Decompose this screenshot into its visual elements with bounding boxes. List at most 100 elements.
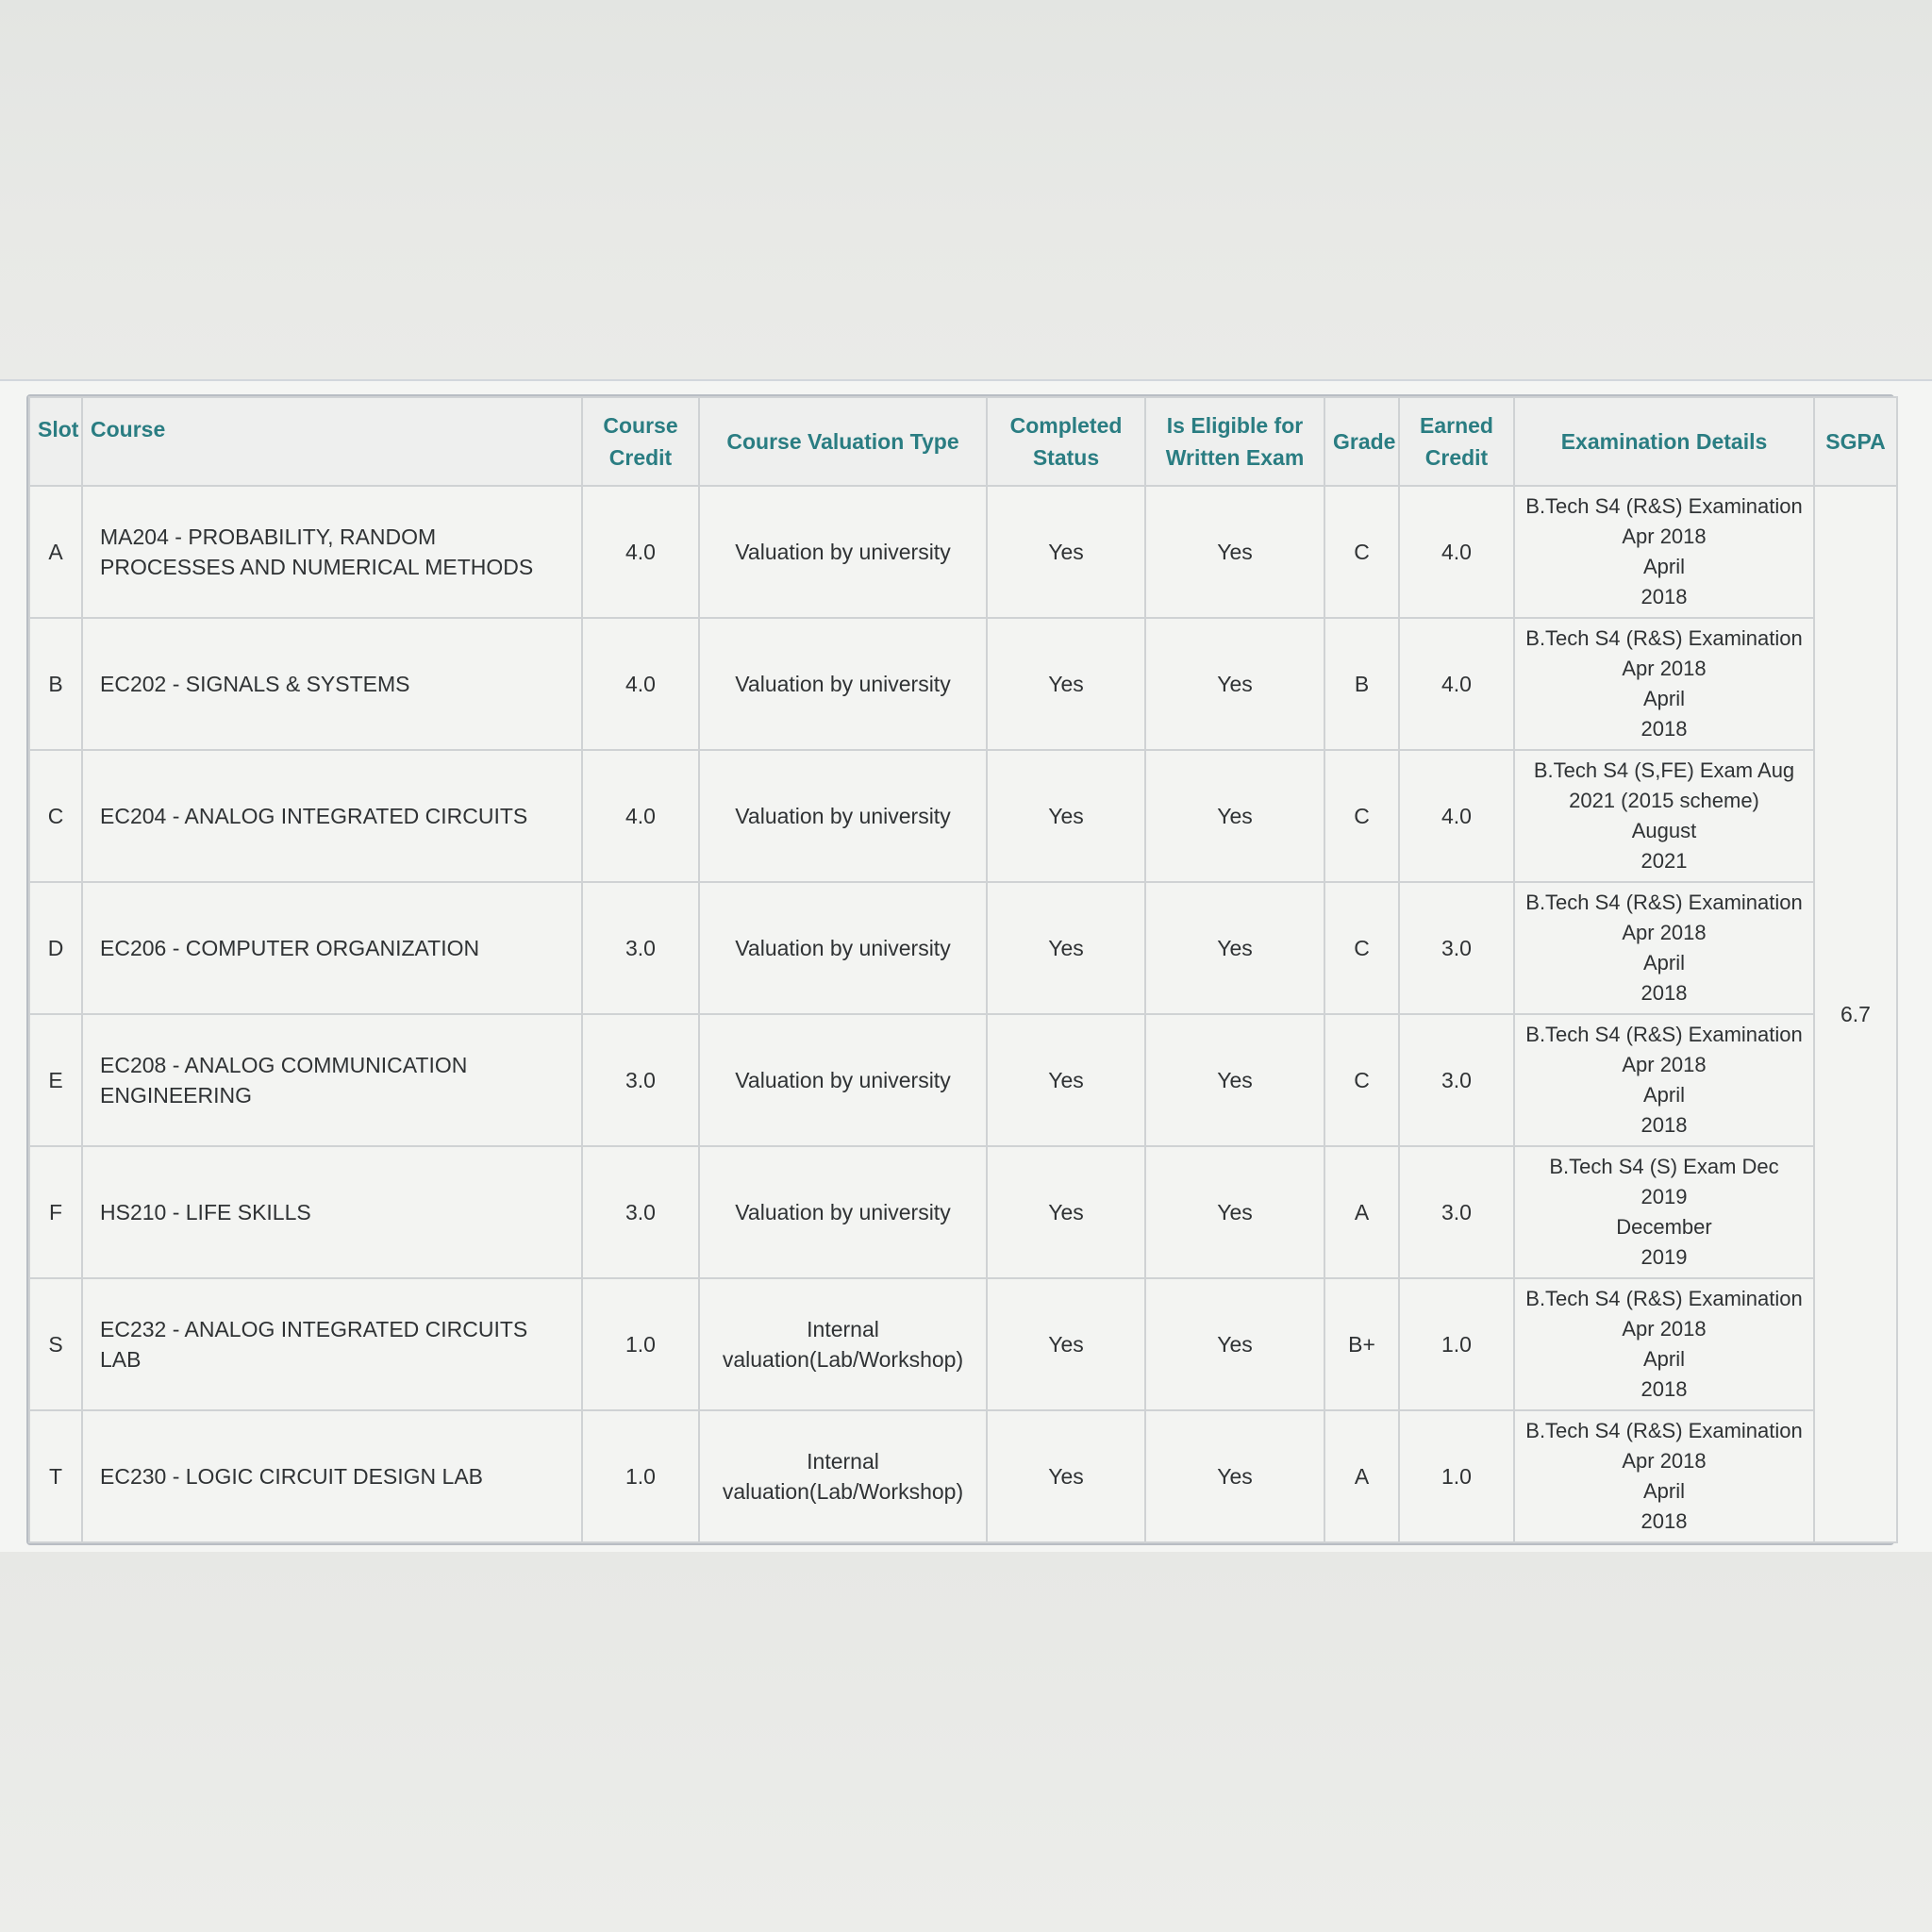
cell-course: EC206 - COMPUTER ORGANIZATION	[81, 881, 583, 1015]
cell-course-credit: 4.0	[581, 749, 700, 883]
cell-eligible: Yes	[1144, 1277, 1325, 1411]
exam-detail-line: 2018	[1641, 717, 1688, 741]
cell-eligible: Yes	[1144, 881, 1325, 1015]
exam-detail-line: Apr 2018	[1622, 1317, 1707, 1341]
cell-slot: B	[28, 617, 83, 751]
exam-detail-line: 2019	[1641, 1185, 1688, 1208]
cell-eligible: Yes	[1144, 1145, 1325, 1279]
cell-course-credit: 4.0	[581, 485, 700, 619]
cell-slot: A	[28, 485, 83, 619]
exam-detail-line: B.Tech S4 (S,FE) Exam Aug	[1533, 758, 1795, 782]
exam-detail-line: 2018	[1641, 1377, 1688, 1401]
table-row: T EC230 - LOGIC CIRCUIT DESIGN LAB 1.0 Inte…	[28, 1409, 1897, 1543]
cell-course: EC204 - ANALOG INTEGRATED CIRCUITS	[81, 749, 583, 883]
header-grade: Grade	[1324, 396, 1400, 487]
cell-course: EC208 - ANALOG COMMUNICATION ENGINEERING	[81, 1013, 583, 1147]
cell-eligible: Yes	[1144, 749, 1325, 883]
exam-detail-line: Apr 2018	[1622, 1053, 1707, 1076]
cell-slot: E	[28, 1013, 83, 1147]
exam-detail-line: B.Tech S4 (R&S) Examination	[1525, 1287, 1803, 1310]
header-course: Course	[81, 396, 583, 487]
cell-course-credit: 3.0	[581, 1013, 700, 1147]
table-header-row: Slot Course Course Credit Course Valuati…	[28, 396, 1898, 487]
header-sgpa: SGPA	[1813, 396, 1898, 487]
cell-slot: S	[28, 1277, 83, 1411]
cell-course: EC232 - ANALOG INTEGRATED CIRCUITS LAB	[81, 1277, 583, 1411]
background-top	[0, 0, 1932, 379]
cell-course-credit: 1.0	[581, 1409, 700, 1543]
cell-valuation-type: Valuation by university	[698, 1013, 988, 1147]
exam-detail-line: 2018	[1641, 981, 1688, 1005]
exam-detail-line: Apr 2018	[1622, 921, 1707, 944]
cell-grade: C	[1324, 749, 1400, 883]
cell-earned-credit: 4.0	[1398, 617, 1515, 751]
cell-completed-status: Yes	[986, 1145, 1146, 1279]
header-earned-credit: Earned Credit	[1398, 396, 1515, 487]
table-row: A MA204 - PROBABILITY, RANDOM PROCESSES A…	[28, 485, 1898, 1543]
cell-earned-credit: 3.0	[1398, 881, 1515, 1015]
table-row: B EC202 - SIGNALS & SYSTEMS 4.0 Valuation b…	[28, 617, 1897, 751]
cell-slot: T	[28, 1409, 83, 1543]
cell-grade: C	[1324, 485, 1400, 619]
cell-grade: B	[1324, 617, 1400, 751]
table-row: E EC208 - ANALOG COMMUNICATION ENGINEERIN…	[28, 1013, 1897, 1147]
cell-completed-status: Yes	[986, 1277, 1146, 1411]
cell-exam-details: B.Tech S4 (R&S) Examination Apr 2018 April…	[1513, 1409, 1815, 1543]
cell-completed-status: Yes	[986, 749, 1146, 883]
cell-completed-status: Yes	[986, 1409, 1146, 1543]
exam-detail-line: B.Tech S4 (S) Exam Dec	[1549, 1155, 1779, 1178]
cell-course: EC230 - LOGIC CIRCUIT DESIGN LAB	[81, 1409, 583, 1543]
cell-earned-credit: 1.0	[1398, 1277, 1515, 1411]
header-exam-details: Examination Details	[1513, 396, 1815, 487]
cell-course: EC202 - SIGNALS & SYSTEMS	[81, 617, 583, 751]
exam-detail-line: B.Tech S4 (R&S) Examination	[1525, 626, 1803, 650]
cell-exam-details: B.Tech S4 (R&S) Examination Apr 2018 April…	[1513, 617, 1815, 751]
header-course-credit: Course Credit	[581, 396, 700, 487]
cell-course: MA204 - PROBABILITY, RANDOM PROCESSES AN…	[81, 485, 583, 619]
cell-valuation-type: Valuation by university	[698, 1145, 988, 1279]
cell-slot: F	[28, 1145, 83, 1279]
cell-eligible: Yes	[1144, 485, 1325, 619]
cell-grade: A	[1324, 1145, 1400, 1279]
cell-exam-details: B.Tech S4 (R&S) Examination Apr 2018 April…	[1513, 1277, 1815, 1411]
cell-exam-details: B.Tech S4 (S) Exam Dec 2019 December 2019	[1513, 1145, 1815, 1279]
exam-detail-line: August	[1631, 819, 1697, 842]
cell-slot: C	[28, 749, 83, 883]
cell-valuation-type: Valuation by university	[698, 617, 988, 751]
exam-detail-line: 2018	[1641, 1113, 1688, 1137]
cell-completed-status: Yes	[986, 617, 1146, 751]
exam-detail-line: December	[1616, 1215, 1712, 1239]
exam-detail-line: 2021	[1641, 849, 1688, 873]
header-completed-status: Completed Status	[986, 396, 1146, 487]
cell-grade: B+	[1324, 1277, 1400, 1411]
cell-eligible: Yes	[1144, 1013, 1325, 1147]
cell-slot: D	[28, 881, 83, 1015]
exam-detail-line: Apr 2018	[1622, 1449, 1707, 1473]
cell-grade: A	[1324, 1409, 1400, 1543]
background-bottom	[0, 1552, 1932, 1932]
table-row: D EC206 - COMPUTER ORGANIZATION 3.0 Valuati…	[28, 881, 1897, 1015]
exam-detail-line: B.Tech S4 (R&S) Examination	[1525, 1023, 1803, 1046]
cell-completed-status: Yes	[986, 881, 1146, 1015]
exam-detail-line: 2019	[1641, 1245, 1688, 1269]
cell-valuation-type: Valuation by university	[698, 881, 988, 1015]
header-slot: Slot	[28, 396, 83, 487]
cell-course: HS210 - LIFE SKILLS	[81, 1145, 583, 1279]
cell-course-credit: 3.0	[581, 1145, 700, 1279]
cell-completed-status: Yes	[986, 1013, 1146, 1147]
exam-detail-line: April	[1642, 555, 1685, 578]
cell-valuation-type: Valuation by university	[698, 749, 988, 883]
cell-grade: C	[1324, 881, 1400, 1015]
cell-exam-details: B.Tech S4 (R&S) Examination Apr 2018 April…	[1513, 1013, 1815, 1147]
cell-course-credit: 1.0	[581, 1277, 700, 1411]
cell-course-credit: 3.0	[581, 881, 700, 1015]
exam-detail-line: Apr 2018	[1622, 525, 1707, 548]
exam-detail-line: 2018	[1641, 585, 1688, 608]
exam-detail-line: B.Tech S4 (R&S) Examination	[1525, 1419, 1803, 1442]
exam-detail-line: B.Tech S4 (R&S) Examination	[1525, 891, 1803, 914]
header-valuation-type: Course Valuation Type	[698, 396, 988, 487]
exam-detail-line: April	[1642, 1479, 1685, 1503]
table-row: C EC204 - ANALOG INTEGRATED CIRCUITS 4.0 Va…	[28, 749, 1897, 883]
cell-earned-credit: 4.0	[1398, 749, 1515, 883]
cell-eligible: Yes	[1144, 1409, 1325, 1543]
